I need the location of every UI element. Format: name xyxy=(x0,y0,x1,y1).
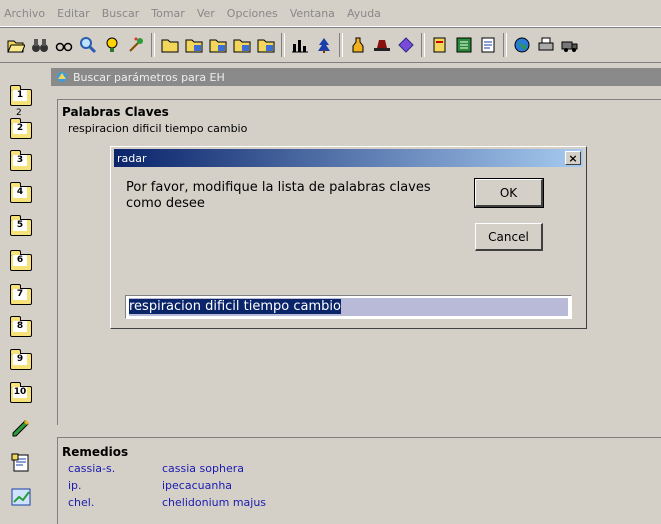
menu-buscar[interactable]: Buscar xyxy=(96,7,146,20)
dialog-message: Por favor, modifique la lista de palabra… xyxy=(126,180,431,211)
toolbar-separator xyxy=(503,33,507,57)
toolbar-separator xyxy=(339,33,343,57)
active-list-marker: 2 xyxy=(16,108,22,118)
open-folder-icon[interactable] xyxy=(7,36,25,54)
diamond-icon[interactable] xyxy=(397,36,415,54)
left-tool-bar: 1 22 3 4 5 6 7 8 9 10 xyxy=(0,64,48,523)
glasses-icon[interactable] xyxy=(55,36,73,54)
close-icon[interactable]: × xyxy=(565,151,581,165)
keywords-value[interactable]: respiracion dificil tiempo cambio xyxy=(68,122,247,135)
folder-4-icon[interactable] xyxy=(257,36,275,54)
menu-editar[interactable]: Editar xyxy=(51,7,96,20)
toolbar-separator xyxy=(151,33,155,57)
document-icon[interactable] xyxy=(479,36,497,54)
keywords-dialog: radar × Por favor, modifique la lista de… xyxy=(110,146,587,329)
graph-icon xyxy=(11,488,31,506)
truck-icon[interactable] xyxy=(561,36,579,54)
keywords-input[interactable]: respiracion dificil tiempo cambio xyxy=(125,295,572,319)
list-1-button[interactable]: 1 xyxy=(10,85,32,107)
list-icon[interactable] xyxy=(455,36,473,54)
lightbulb-icon[interactable] xyxy=(103,36,121,54)
inner-window-titlebar[interactable]: Buscar parámetros para EH xyxy=(51,68,661,86)
globe-icon[interactable] xyxy=(513,36,531,54)
remedies-panel: Remedios cassia-s. cassia sophera ip. ip… xyxy=(57,437,661,524)
pencil-tool-button[interactable] xyxy=(10,416,32,438)
remedy-name: chelidonium majus xyxy=(162,496,267,509)
menu-ayuda[interactable]: Ayuda xyxy=(341,7,387,20)
folder-2-icon[interactable] xyxy=(209,36,227,54)
list-8-button[interactable]: 8 xyxy=(10,316,32,338)
toolbar-separator xyxy=(421,33,425,57)
book-icon[interactable] xyxy=(431,36,449,54)
menu-ver[interactable]: Ver xyxy=(191,7,221,20)
menu-tomar[interactable]: Tomar xyxy=(145,7,191,20)
sparkle-icon[interactable] xyxy=(127,36,145,54)
pencil-icon xyxy=(12,419,30,437)
folder-3-icon[interactable] xyxy=(233,36,251,54)
remedy-name: cassia sophera xyxy=(162,462,244,475)
list-9-button[interactable]: 9 xyxy=(10,349,32,371)
remedy-abbreviation: chel. xyxy=(68,496,95,509)
list-6-button[interactable]: 6 xyxy=(10,250,32,272)
remedy-abbreviation: ip. xyxy=(68,479,82,492)
menu-archivo[interactable]: Archivo xyxy=(0,7,51,20)
list-2-button[interactable]: 22 xyxy=(10,108,32,140)
tree-icon[interactable] xyxy=(315,36,333,54)
app-icon xyxy=(57,72,67,82)
toolbar xyxy=(0,27,661,63)
list-5-button[interactable]: 5 xyxy=(10,215,32,237)
menu-bar: Archivo Editar Buscar Tomar Ver Opciones… xyxy=(0,0,661,27)
list-3-button[interactable]: 3 xyxy=(10,150,32,172)
bar-chart-icon[interactable] xyxy=(291,36,309,54)
hat-icon[interactable] xyxy=(373,36,391,54)
toolbar-separator xyxy=(281,33,285,57)
selected-text: respiracion dificil tiempo cambio xyxy=(129,299,341,314)
remedy-abbreviation: cassia-s. xyxy=(68,462,116,475)
remedy-name: ipecacuanha xyxy=(162,479,233,492)
folder-icon[interactable] xyxy=(161,36,179,54)
menu-opciones[interactable]: Opciones xyxy=(221,7,284,20)
ok-button[interactable]: OK xyxy=(474,178,544,208)
remedies-heading: Remedios xyxy=(62,445,129,459)
bottle-icon[interactable] xyxy=(349,36,367,54)
input-text-area: respiracion dificil tiempo cambio xyxy=(129,298,568,316)
graph-tool-button[interactable] xyxy=(10,486,32,508)
dialog-titlebar[interactable]: radar × xyxy=(114,149,583,167)
notes-tool-button[interactable] xyxy=(10,452,32,474)
printer-icon[interactable] xyxy=(537,36,555,54)
list-7-button[interactable]: 7 xyxy=(10,284,32,306)
list-4-button[interactable]: 4 xyxy=(10,182,32,204)
notes-icon xyxy=(11,453,29,472)
menu-ventana[interactable]: Ventana xyxy=(284,7,341,20)
keywords-heading: Palabras Claves xyxy=(62,105,169,119)
folder-1-icon[interactable] xyxy=(185,36,203,54)
inner-window-title: Buscar parámetros para EH xyxy=(73,70,225,84)
binoculars-icon[interactable] xyxy=(31,36,49,54)
cancel-button[interactable]: Cancel xyxy=(475,223,543,251)
dialog-title: radar xyxy=(117,151,147,165)
magnifier-icon[interactable] xyxy=(79,36,97,54)
list-10-button[interactable]: 10 xyxy=(10,382,32,404)
